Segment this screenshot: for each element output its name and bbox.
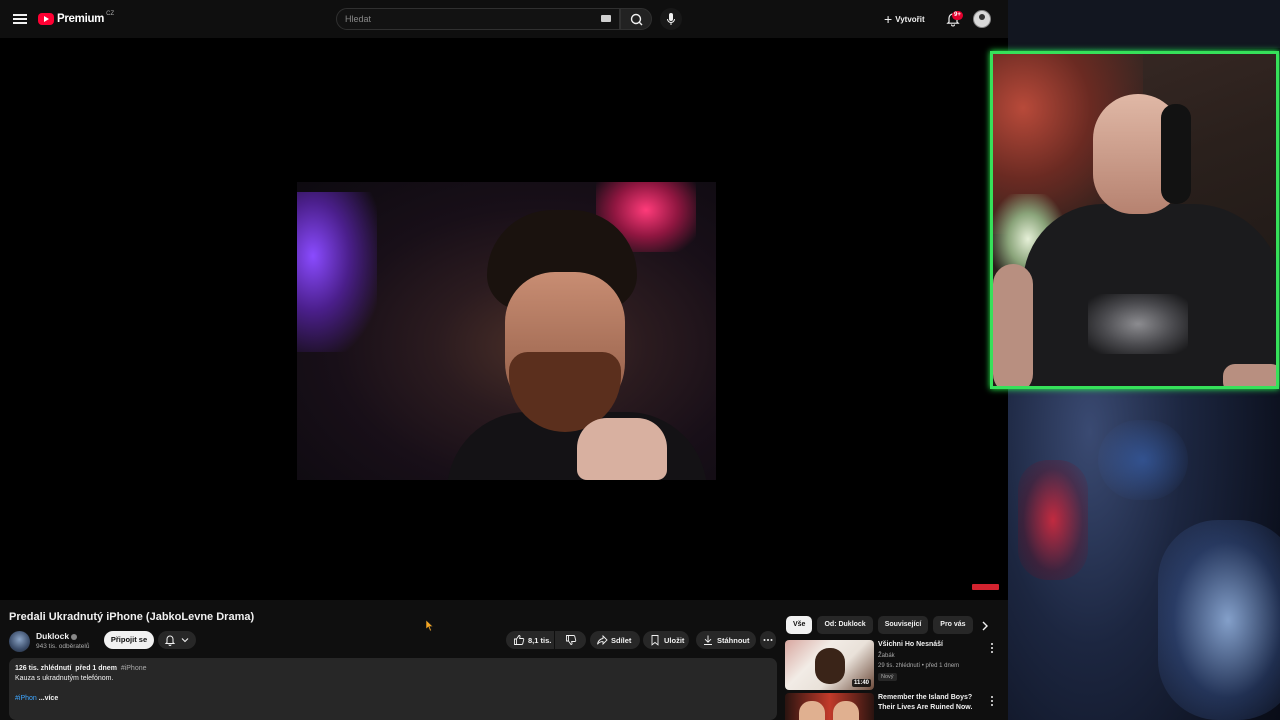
recommended-meta: 29 tis. zhlédnutí • před 1 dnem	[878, 663, 960, 669]
search-input[interactable]	[337, 9, 587, 29]
download-icon	[704, 635, 712, 645]
menu-icon[interactable]	[10, 9, 30, 29]
save-button[interactable]: Uložit	[643, 631, 689, 649]
verified-icon	[71, 633, 78, 640]
channel-watermark[interactable]	[972, 584, 999, 590]
view-count: 126 tis. zhlédnutí	[15, 665, 72, 672]
recommended-channel: Žabák	[878, 653, 895, 659]
youtube-play-icon	[38, 13, 54, 25]
like-button[interactable]: 8,1 tis.	[506, 631, 554, 649]
logo-text: Premium	[57, 13, 105, 25]
show-more-link[interactable]: ...více	[39, 695, 58, 702]
recommended-title: Všichni Ho Nesnáší	[878, 641, 943, 648]
notification-bell-dropdown[interactable]	[158, 631, 196, 649]
recommended-video[interactable]: Remember the Island Boys? Their Lives Ar…	[785, 693, 995, 720]
top-bar: Premium CZ + Vytvořit	[0, 0, 1008, 38]
thumbs-up-icon	[514, 635, 525, 645]
download-button[interactable]: Stáhnout	[696, 631, 756, 649]
youtube-premium-logo[interactable]: Premium CZ	[38, 11, 114, 27]
chip-all[interactable]: Vše	[786, 616, 813, 634]
save-label: Uložit	[664, 635, 685, 645]
create-label: Vytvořit	[895, 14, 925, 24]
description-hashtag[interactable]: #iPhone	[121, 665, 147, 672]
country-code: CZ	[106, 11, 115, 17]
youtube-window: Premium CZ + Vytvořit	[0, 0, 1008, 720]
create-button[interactable]: + Vytvořit	[884, 10, 925, 28]
chip-related[interactable]: Související	[877, 616, 929, 634]
recommended-video[interactable]: 11:40 Všichni Ho Nesnáší Žabák 29 tis. z…	[785, 640, 995, 690]
hashtag-link[interactable]: #iPhon	[15, 695, 37, 702]
share-button[interactable]: Sdílet	[590, 631, 640, 649]
search-button[interactable]	[620, 8, 652, 30]
subscriber-count: 943 tis. odběratelů	[36, 643, 90, 650]
plus-icon: +	[884, 11, 893, 27]
search-icon	[630, 13, 643, 26]
like-count: 8,1 tis.	[528, 635, 552, 645]
more-actions-button[interactable]	[760, 631, 776, 649]
video-duration: 11:40	[851, 679, 871, 687]
more-vertical-icon[interactable]	[988, 642, 996, 654]
dislike-button[interactable]	[555, 631, 586, 649]
channel-avatar[interactable]	[9, 631, 30, 652]
more-vertical-icon[interactable]	[988, 695, 996, 707]
video-title: Predali Ukradnutý iPhone (JabkoLevne Dra…	[9, 611, 255, 623]
recommendation-filter-chips: Vše Od: Duklock Související Pro vás	[786, 616, 973, 634]
video-frame	[297, 182, 716, 480]
microphone-icon	[667, 13, 675, 25]
download-label: Stáhnout	[717, 635, 750, 645]
chips-next-button[interactable]	[978, 619, 992, 633]
webcam-overlay	[990, 51, 1279, 389]
chip-from-channel[interactable]: Od: Duklock	[817, 616, 873, 634]
description-footer: #iPhon ...více	[15, 694, 771, 704]
video-thumbnail	[785, 693, 874, 720]
channel-name[interactable]: Duklock	[36, 631, 78, 641]
description-text: Kauza s ukradnutým telefónom.	[15, 675, 114, 682]
join-button[interactable]: Připojit se	[104, 631, 154, 649]
thumbs-down-icon	[565, 635, 576, 645]
chevron-right-icon	[982, 621, 988, 631]
keyboard-icon[interactable]	[601, 15, 611, 22]
share-label: Sdílet	[611, 635, 632, 645]
upload-date: před 1 dnem	[75, 665, 117, 672]
channel-name-text: Duklock	[36, 631, 70, 641]
video-thumbnail: 11:40	[785, 640, 874, 690]
account-avatar[interactable]	[973, 10, 991, 28]
bell-icon	[164, 635, 189, 646]
video-player[interactable]	[0, 38, 1008, 600]
bookmark-icon	[651, 635, 659, 646]
description-box[interactable]: 126 tis. zhlédnutí před 1 dnem #iPhone K…	[9, 658, 777, 720]
chip-for-you[interactable]: Pro vás	[933, 616, 973, 634]
voice-search-button[interactable]	[660, 8, 682, 30]
new-badge: Nový	[878, 673, 897, 681]
description-meta: 126 tis. zhlédnutí před 1 dnem #iPhone	[15, 664, 771, 674]
share-icon	[597, 634, 608, 646]
more-horizontal-icon	[763, 639, 773, 641]
recommended-title: Remember the Island Boys? Their Lives Ar…	[878, 694, 973, 711]
notification-badge: 9+	[952, 11, 963, 20]
search-box	[336, 8, 620, 30]
